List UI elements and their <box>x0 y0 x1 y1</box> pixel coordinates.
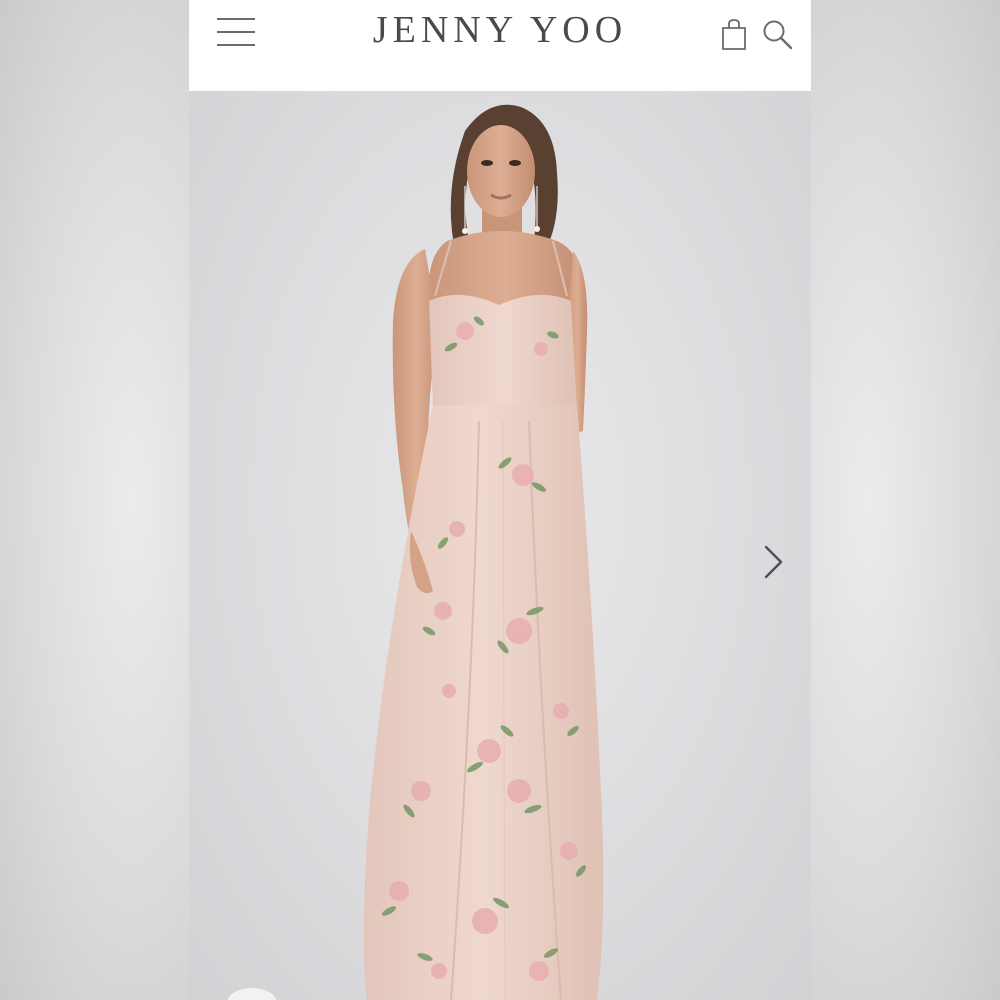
product-photo <box>363 104 604 1000</box>
product-image-carousel[interactable] <box>189 91 811 1000</box>
site-header: JENNY YOO <box>189 0 811 91</box>
background-right-blur <box>811 0 1000 1000</box>
chevron-right-icon <box>764 545 783 579</box>
brand-logo-container: JENNY YOO <box>189 8 811 52</box>
search-icon <box>763 20 793 50</box>
mobile-screen: JENNY YOO <box>189 0 811 1000</box>
shopping-bag-icon <box>722 19 746 50</box>
search-button[interactable] <box>761 18 795 52</box>
brand-logo[interactable]: JENNY YOO <box>373 9 627 51</box>
shopping-bag-button[interactable] <box>719 16 749 52</box>
next-image-button[interactable] <box>757 541 789 583</box>
background-left-blur <box>0 0 189 1000</box>
menu-button[interactable] <box>215 18 257 48</box>
